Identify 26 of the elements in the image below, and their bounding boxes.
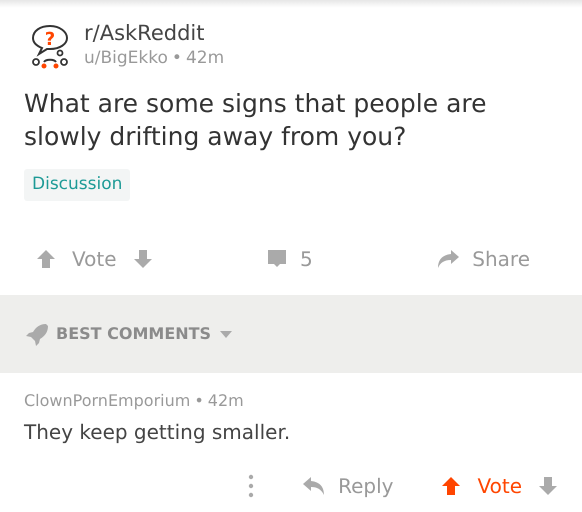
share-button[interactable]: Share xyxy=(436,244,530,274)
post-title: What are some signs that people are slowly drifting away from you? xyxy=(24,88,488,152)
separator-dot: • xyxy=(194,390,204,412)
share-icon xyxy=(436,248,460,270)
downvote-icon[interactable] xyxy=(538,476,558,496)
comment-icon xyxy=(266,248,288,270)
comment-author[interactable]: ClownPornEmporium xyxy=(24,388,190,412)
reply-icon xyxy=(302,476,326,496)
vote-label: Vote xyxy=(477,472,522,500)
post-age: 42m xyxy=(186,46,224,70)
separator-dot: • xyxy=(172,46,182,70)
downvote-icon[interactable] xyxy=(132,248,153,268)
sort-dropdown[interactable]: BEST COMMENTS xyxy=(24,322,234,346)
upvote-icon[interactable] xyxy=(441,476,462,496)
upvote-icon[interactable] xyxy=(36,248,56,268)
flair-tag: Discussion xyxy=(24,169,130,200)
more-options-icon[interactable] xyxy=(248,474,254,498)
subreddit-name[interactable]: r/AskReddit xyxy=(84,20,224,46)
post-author[interactable]: u/BigEkko xyxy=(84,46,168,72)
comment-text: They keep getting smaller. xyxy=(24,418,292,446)
comment-age: 42m xyxy=(208,390,244,412)
comments-button[interactable]: 5 xyxy=(266,244,426,274)
reply-button[interactable]: Reply xyxy=(302,470,394,500)
caret-icon xyxy=(219,328,234,338)
rocket-icon xyxy=(24,322,48,346)
vote-label: Vote xyxy=(72,246,117,272)
